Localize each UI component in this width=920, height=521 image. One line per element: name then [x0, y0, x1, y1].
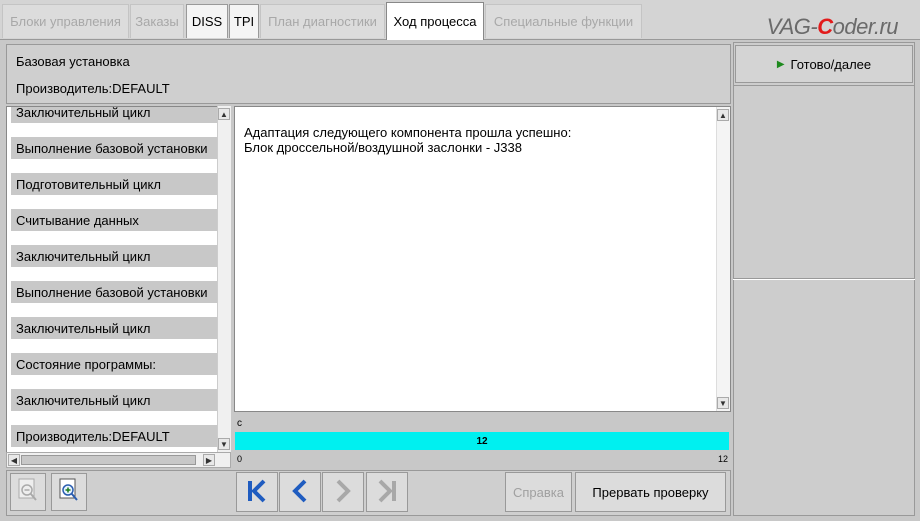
manufacturer-label: Производитель:DEFAULT: [16, 81, 170, 96]
scroll-left-icon[interactable]: ◀: [8, 454, 20, 466]
message-panel: Адаптация следующего компонента прошла у…: [234, 106, 731, 412]
skip-first-icon: [243, 477, 271, 508]
divider: [733, 278, 915, 280]
progress-bar: 12: [235, 432, 729, 450]
tab-tpi[interactable]: TPI: [229, 4, 259, 38]
skip-last-icon: [373, 477, 401, 508]
message-line-1: Адаптация следующего компонента прошла у…: [244, 125, 572, 140]
message-vscrollbar[interactable]: ▲ ▼: [716, 107, 730, 411]
tab-diagnostic-plan[interactable]: План диагностики: [260, 4, 385, 38]
list-item[interactable]: Считывание данных: [11, 209, 222, 233]
tab-diss[interactable]: DISS: [186, 4, 228, 38]
scroll-thumb[interactable]: [21, 455, 196, 465]
next-button[interactable]: [322, 472, 364, 512]
list-item[interactable]: Заключительный цикл: [11, 107, 222, 125]
done-next-label: Готово/далее: [790, 56, 872, 72]
next-icon: [329, 477, 357, 508]
zoom-out-button[interactable]: [10, 473, 46, 511]
help-button[interactable]: Справка: [505, 472, 572, 512]
divider: [733, 85, 915, 86]
previous-button[interactable]: [279, 472, 321, 512]
function-title: Базовая установка: [16, 54, 130, 69]
list-item[interactable]: Состояние программы:: [11, 353, 222, 377]
prev-icon: [286, 477, 314, 508]
zoom-in-button[interactable]: [51, 473, 87, 511]
list-item[interactable]: Выполнение базовой установки: [11, 281, 222, 305]
play-icon: ▶: [776, 58, 785, 70]
message-line-2: Блок дроссельной/воздушной заслонки - J3…: [244, 140, 522, 155]
tab-control-units[interactable]: Блоки управления: [2, 4, 129, 38]
step-list-vscrollbar[interactable]: ▲ ▼: [217, 106, 231, 452]
list-item[interactable]: Выполнение базовой установки: [11, 137, 222, 161]
list-item[interactable]: Заключительный цикл: [11, 389, 222, 413]
tab-process[interactable]: Ход процесса: [386, 2, 484, 40]
list-item[interactable]: Подготовительный цикл: [11, 173, 222, 197]
scroll-right-icon[interactable]: ▶: [203, 454, 215, 466]
tab-orders[interactable]: Заказы: [130, 4, 184, 38]
info-header: Базовая установка Производитель:DEFAULT: [6, 44, 731, 104]
progress-max: 12: [718, 454, 729, 464]
progress-unit-label: с: [237, 418, 242, 429]
watermark-logo: VAG-Coder.ru: [766, 14, 899, 39]
list-item[interactable]: Производитель:DEFAULT: [11, 425, 222, 449]
scroll-up-icon[interactable]: ▲: [717, 109, 729, 121]
first-button[interactable]: [236, 472, 278, 512]
last-button[interactable]: [366, 472, 408, 512]
step-list-hscrollbar[interactable]: ◀ ▶: [6, 452, 231, 468]
tab-bar: Блоки управления Заказы DISS TPI План ди…: [0, 0, 920, 40]
step-list[interactable]: Заключительный цикл Выполнение базовой у…: [6, 106, 231, 468]
tab-special-functions[interactable]: Специальные функции: [485, 4, 642, 38]
done-next-button[interactable]: ▶ Готово/далее: [735, 45, 913, 83]
progress-value: 12: [476, 435, 488, 447]
progress-min: 0: [237, 454, 243, 464]
scroll-down-icon[interactable]: ▼: [218, 438, 230, 450]
abort-test-button[interactable]: Прервать проверку: [575, 472, 726, 512]
scroll-down-icon[interactable]: ▼: [717, 397, 729, 409]
scroll-up-icon[interactable]: ▲: [218, 108, 230, 120]
list-item[interactable]: Заключительный цикл: [11, 245, 222, 269]
zoom-in-icon: [57, 478, 81, 507]
list-item[interactable]: Заключительный цикл: [11, 317, 222, 341]
zoom-out-icon: [16, 478, 40, 507]
